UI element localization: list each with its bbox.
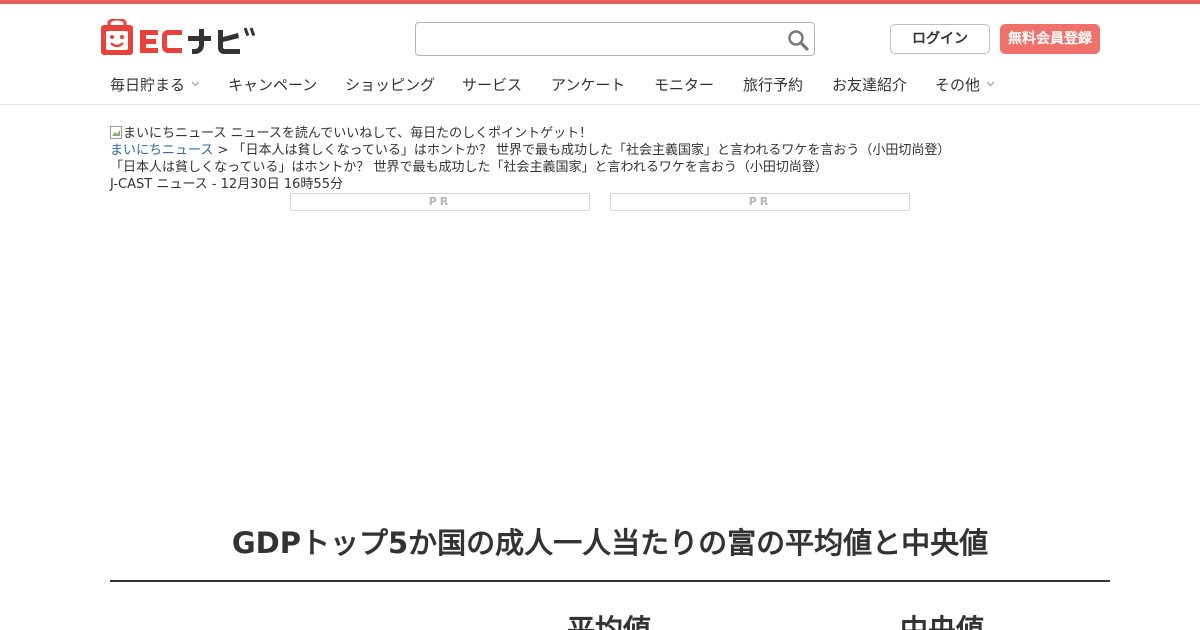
chevron-down-icon: [986, 81, 995, 87]
broken-image-icon: [110, 126, 122, 139]
nav-item-campaign[interactable]: キャンペーン: [228, 74, 317, 95]
ad-slot-left[interactable]: PR: [290, 193, 590, 211]
nav-item-shopping[interactable]: ショッピング: [345, 74, 435, 95]
nav-item-label: お友達紹介: [832, 76, 908, 94]
nav-item-monitor[interactable]: モニター: [654, 74, 714, 95]
nav-item-label: 毎日貯まる: [110, 76, 186, 94]
ecnavi-logo[interactable]: [100, 19, 262, 57]
banner-text: ニュースを読んでいいねして、毎日たのしくポイントゲット！: [230, 126, 593, 141]
news-banner[interactable]: まいにちニュース ニュースを読んでいいねして、毎日たのしくポイントゲット！: [110, 125, 950, 142]
nav-item-label: サービス: [462, 76, 523, 94]
news-title: 「日本人は貧しくなっている」はホントか？ 世界で最も成功した「社会主義国家」と言…: [110, 160, 828, 175]
nav-item-label: その他: [935, 76, 981, 94]
table-header-mean: 平均値: [567, 613, 652, 630]
register-button[interactable]: 無料会員登録: [1000, 24, 1100, 54]
article-headline: GDPトップ5か国の成人一人当たりの富の平均値と中央値: [231, 526, 989, 560]
search-input[interactable]: [424, 27, 784, 51]
nav-item-referral[interactable]: お友達紹介: [832, 74, 907, 95]
nav-item-daily-earn[interactable]: 毎日貯まる: [110, 74, 200, 95]
nav-item-survey[interactable]: アンケート: [551, 74, 625, 95]
breadcrumb-home-link[interactable]: まいにちニュース: [110, 143, 213, 158]
breadcrumb: まいにちニュース > 「日本人は貧しくなっている」はホントか？ 世界で最も成功し…: [110, 142, 950, 159]
news-block: まいにちニュース ニュースを読んでいいねして、毎日たのしくポイントゲット！ まい…: [110, 125, 950, 193]
login-button[interactable]: ログイン: [890, 24, 990, 54]
pr-label: PR: [748, 195, 772, 208]
search-icon[interactable]: [786, 28, 810, 52]
pr-label: PR: [428, 195, 452, 208]
nav-divider: [0, 104, 1200, 105]
nav-item-label: 旅行予約: [743, 76, 804, 94]
nav-item-label: ショッピング: [345, 76, 436, 94]
nav-item-label: キャンペーン: [228, 76, 318, 94]
news-source-date: J-CAST ニュース - 12月30日 16時55分: [110, 177, 343, 192]
top-accent-bar: [0, 0, 1200, 4]
table-header-median: 中央値: [900, 613, 985, 630]
nav-item-service[interactable]: サービス: [462, 74, 522, 95]
ad-slot-right[interactable]: PR: [610, 193, 910, 211]
nav-item-travel[interactable]: 旅行予約: [743, 74, 803, 95]
breadcrumb-current: 「日本人は貧しくなっている」はホントか？ 世界で最も成功した「社会主義国家」と言…: [232, 143, 951, 158]
chevron-down-icon: [191, 81, 200, 87]
nav-item-other[interactable]: その他: [935, 74, 995, 95]
nav-item-label: アンケート: [551, 76, 626, 94]
breadcrumb-separator: >: [217, 143, 229, 158]
banner-alt-text: まいにちニュース: [123, 126, 227, 141]
search-box[interactable]: [415, 22, 815, 56]
headline-divider: [110, 580, 1110, 582]
nav-item-label: モニター: [654, 76, 715, 94]
